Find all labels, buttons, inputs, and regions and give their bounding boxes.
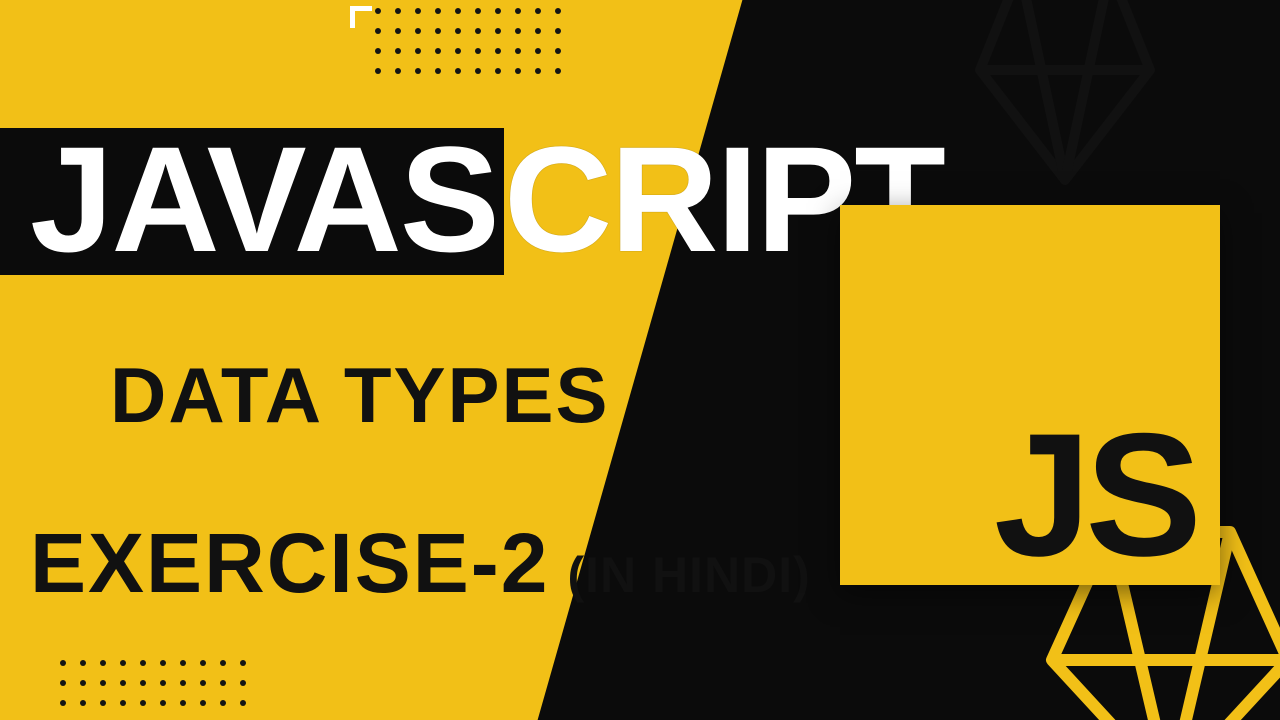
thumbnail-canvas: JAVAS CRIPT DATA TYPES EXERCISE-2 (IN HI…	[0, 0, 1280, 720]
exercise-label: EXERCISE-2	[30, 515, 550, 612]
crystal-outline-top	[960, 0, 1170, 190]
js-logo-text: JS	[994, 408, 1196, 583]
main-title: JAVAS CRIPT	[0, 128, 944, 275]
exercise-row: EXERCISE-2 (IN HINDI)	[30, 515, 811, 612]
dot-grid-bottom	[60, 660, 248, 708]
corner-bracket-icon	[350, 6, 372, 28]
language-note: (IN HINDI)	[568, 546, 811, 604]
dot-grid-top	[375, 8, 563, 76]
js-logo-badge: JS	[840, 205, 1220, 585]
subtitle-text: DATA TYPES	[110, 350, 610, 441]
title-part-1: JAVAS	[0, 128, 504, 275]
